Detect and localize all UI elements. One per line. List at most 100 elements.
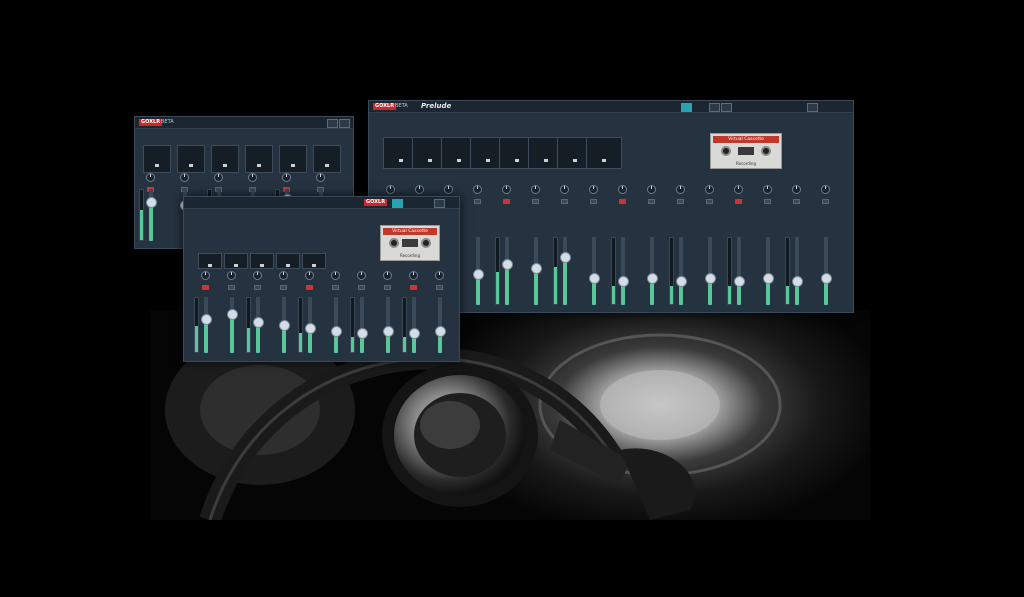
knob-icon[interactable]	[676, 185, 685, 194]
fader-handle[interactable]	[330, 325, 342, 337]
mute-button[interactable]	[735, 199, 742, 204]
knob-icon[interactable]	[792, 185, 801, 194]
fader-handle[interactable]	[408, 328, 420, 340]
fader-icon[interactable]	[766, 237, 770, 305]
mute-button[interactable]	[706, 199, 713, 204]
knob-icon[interactable]	[214, 173, 223, 182]
fader-handle[interactable]	[791, 276, 803, 288]
mute-button[interactable]	[202, 285, 209, 290]
fader-handle[interactable]	[762, 272, 774, 284]
fader-icon[interactable]	[505, 237, 509, 305]
fader-handle[interactable]	[200, 314, 212, 326]
mute-button[interactable]	[436, 285, 443, 290]
mute-button[interactable]	[410, 285, 417, 290]
mute-button[interactable]	[254, 285, 261, 290]
fader-handle[interactable]	[588, 272, 600, 284]
mute-button[interactable]	[532, 199, 539, 204]
knob-icon[interactable]	[357, 271, 366, 280]
fader-icon[interactable]	[563, 237, 567, 305]
knob-icon[interactable]	[305, 271, 314, 280]
fader-handle[interactable]	[733, 276, 745, 288]
fader-icon[interactable]	[679, 237, 683, 305]
knob-icon[interactable]	[146, 173, 155, 182]
knob-icon[interactable]	[763, 185, 772, 194]
knob-icon[interactable]	[227, 271, 236, 280]
fader-icon[interactable]	[230, 297, 234, 353]
mute-button[interactable]	[358, 285, 365, 290]
mute-button[interactable]	[228, 285, 235, 290]
mute-button[interactable]	[561, 199, 568, 204]
knob-icon[interactable]	[331, 271, 340, 280]
knob-icon[interactable]	[647, 185, 656, 194]
mute-button[interactable]	[474, 199, 481, 204]
minimize-icon[interactable]	[327, 119, 338, 128]
knob-icon[interactable]	[618, 185, 627, 194]
knob-icon[interactable]	[502, 185, 511, 194]
fader-handle[interactable]	[704, 272, 716, 284]
mute-button[interactable]	[822, 199, 829, 204]
fader-icon[interactable]	[737, 237, 741, 305]
fader-icon[interactable]	[592, 237, 596, 305]
fader-handle[interactable]	[278, 320, 290, 331]
knob-icon[interactable]	[180, 173, 189, 182]
fader-handle[interactable]	[145, 197, 157, 208]
fader-handle[interactable]	[252, 317, 264, 329]
knob-icon[interactable]	[473, 185, 482, 194]
mute-button[interactable]	[503, 199, 510, 204]
fader-icon[interactable]	[824, 237, 828, 305]
mute-button[interactable]	[280, 285, 287, 290]
fader-handle[interactable]	[646, 272, 658, 284]
minimize-icon[interactable]	[709, 103, 720, 112]
knob-icon[interactable]	[821, 185, 830, 194]
knob-icon[interactable]	[282, 173, 291, 182]
knob-icon[interactable]	[383, 271, 392, 280]
mute-button[interactable]	[384, 285, 391, 290]
knob-icon[interactable]	[444, 185, 453, 194]
knob-icon[interactable]	[435, 271, 444, 280]
fader-icon[interactable]	[795, 237, 799, 305]
knob-icon[interactable]	[316, 173, 325, 182]
fader-handle[interactable]	[356, 328, 368, 340]
knob-icon[interactable]	[386, 185, 395, 194]
fader-handle[interactable]	[472, 269, 484, 281]
mute-button[interactable]	[648, 199, 655, 204]
mute-button[interactable]	[619, 199, 626, 204]
knob-icon[interactable]	[248, 173, 257, 182]
knob-icon[interactable]	[201, 271, 210, 280]
mute-button[interactable]	[590, 199, 597, 204]
mute-button[interactable]	[677, 199, 684, 204]
fader-handle[interactable]	[382, 325, 394, 337]
active-mode-button[interactable]	[392, 199, 403, 208]
mute-button[interactable]	[764, 199, 771, 204]
close-icon[interactable]	[807, 103, 818, 112]
fader-handle[interactable]	[820, 272, 832, 284]
knob-icon[interactable]	[279, 271, 288, 280]
fader-handle[interactable]	[530, 262, 542, 274]
fader-handle[interactable]	[226, 308, 238, 320]
knob-icon[interactable]	[705, 185, 714, 194]
knob-icon[interactable]	[409, 271, 418, 280]
knob-icon[interactable]	[589, 185, 598, 194]
mute-button[interactable]	[793, 199, 800, 204]
fader-icon[interactable]	[708, 237, 712, 305]
knob-icon[interactable]	[531, 185, 540, 194]
mute-button[interactable]	[306, 285, 313, 290]
fader-handle[interactable]	[675, 276, 687, 288]
knob-icon[interactable]	[253, 271, 262, 280]
fader-handle[interactable]	[501, 259, 513, 271]
knob-icon[interactable]	[560, 185, 569, 194]
maximize-icon[interactable]	[721, 103, 732, 112]
knob-icon[interactable]	[415, 185, 424, 194]
fader-handle[interactable]	[304, 322, 316, 334]
fader-handle[interactable]	[434, 325, 446, 337]
mute-button[interactable]	[332, 285, 339, 290]
knob-icon[interactable]	[734, 185, 743, 194]
close-icon[interactable]	[434, 199, 445, 208]
fader-handle[interactable]	[617, 276, 629, 288]
fader-icon[interactable]	[621, 237, 625, 305]
fader-icon[interactable]	[412, 297, 416, 353]
fader-icon[interactable]	[650, 237, 654, 305]
active-mode-button[interactable]	[681, 103, 692, 112]
close-icon[interactable]	[339, 119, 350, 128]
fader-handle[interactable]	[559, 252, 571, 264]
